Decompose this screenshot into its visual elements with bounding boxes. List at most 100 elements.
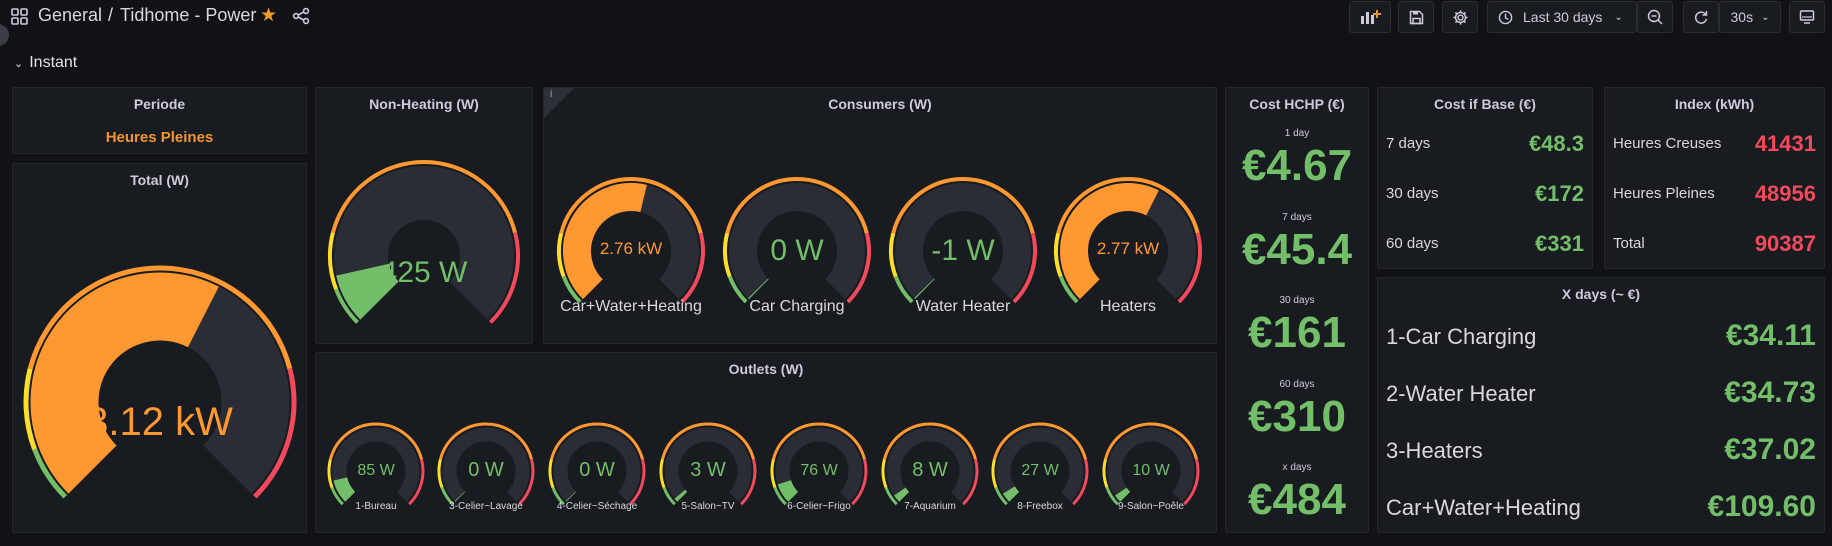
cost-hchp-period-label: 30 days — [1279, 295, 1315, 306]
total-gauge-arc — [23, 265, 297, 499]
panel-x-days: X days (~ €) 1-Car Charging €34.11 2-Water… — [1377, 277, 1825, 533]
non-heating-gauge-arc — [328, 160, 520, 324]
outlet-gauge-label: 1-Bureau — [355, 501, 397, 512]
consumer-gauge-label: Car Charging — [749, 298, 845, 315]
gauge-value-arc — [1115, 487, 1131, 502]
gauge-value-arc — [333, 477, 356, 502]
xdays-label: 2-Water Heater — [1386, 381, 1536, 406]
consumer-gauge-value: 2.76 kW — [599, 239, 663, 258]
cost-base-value: €172 — [1535, 180, 1584, 206]
outlet-gauge-label: 8-Freebox — [1017, 501, 1063, 512]
xdays-value: €109.60 — [1707, 490, 1816, 524]
panel-cost-if-base: Cost if Base (€) 7 days €48.3 30 days €172 6… — [1377, 87, 1593, 269]
index-label: Heures Creuses — [1613, 135, 1722, 152]
gauge-value-arc — [748, 278, 769, 300]
refresh-icon — [1694, 11, 1708, 24]
cost-hchp-period-label: 7 days — [1282, 211, 1312, 223]
cost-hchp-value: €310 — [1248, 391, 1346, 441]
cost-base-value: €48.3 — [1528, 130, 1584, 156]
zoom-out-button[interactable] — [1637, 1, 1673, 33]
cost-hchp-period-label: x days — [1282, 462, 1312, 473]
panel-consumers: i Consumers (W) 2.76 kW Car+Water+Heating… — [543, 87, 1217, 344]
consumer-gauge-label: Car+Water+Heating — [560, 298, 702, 315]
panel-title: Periode — [133, 96, 186, 112]
cost-base-period-label: 30 days — [1386, 185, 1439, 202]
add-panel-icon — [1361, 10, 1381, 24]
outlet-gauge-value: 0 W — [468, 459, 504, 481]
gauge-value-arc — [777, 479, 799, 502]
cost-base-value: €331 — [1535, 230, 1584, 256]
consumer-gauge-label: Water Heater — [915, 298, 1011, 315]
index-value: 90387 — [1754, 230, 1816, 256]
xdays-label: Car+Water+Heating — [1386, 495, 1581, 520]
tv-mode-button[interactable] — [1789, 1, 1825, 33]
consumer-gauge-value: 2.77 kW — [1096, 239, 1160, 258]
outlet-gauge-value: 3 W — [690, 459, 726, 481]
dashboards-grid-icon[interactable] — [11, 8, 28, 25]
gauge-value-arc — [30, 272, 219, 494]
outlet-gauge-label: 3-Celier~Lavage — [449, 501, 523, 512]
xdays-value: €34.11 — [1725, 319, 1816, 353]
outlet-gauge-label: 9-Salon~Poêle — [1118, 501, 1184, 512]
gauge-value-arc — [1002, 486, 1020, 502]
zoom-out-icon — [1647, 9, 1663, 25]
save-icon — [1409, 10, 1423, 24]
index-value: 41431 — [1754, 130, 1816, 156]
cost-hchp-value: €161 — [1248, 308, 1346, 357]
non-heating-gauge — [328, 160, 520, 324]
share-icon[interactable] — [292, 7, 310, 25]
outlet-gauge-value: 85 W — [357, 462, 395, 479]
outlet-gauge-label: 7-Aquarium — [904, 501, 956, 512]
xdays-label: 3-Heaters — [1386, 438, 1483, 463]
panel-outlets: Outlets (W) 85 W 1-Bureau 0 W 3-Celier~Lava… — [315, 352, 1217, 533]
panel-title: Cost if Base (€) — [1434, 96, 1536, 112]
panel-title: Index (kWh) — [1674, 96, 1755, 112]
dashboard-title[interactable]: Tidhome - Power — [120, 5, 256, 26]
refresh-interval-picker[interactable]: 30s ⌄ — [1719, 1, 1781, 33]
xdays-label: 1-Car Charging — [1386, 324, 1537, 349]
non-heating-value: 425 W — [380, 256, 468, 289]
breadcrumb-separator: / — [108, 5, 114, 25]
time-range-picker[interactable]: Last 30 days ⌄ — [1487, 1, 1637, 33]
cost-hchp-period-label: 60 days — [1279, 378, 1315, 390]
panel-title: X days (~ €) — [1561, 286, 1641, 302]
outlet-gauge-label: 6-Celier~Frigo — [787, 501, 851, 512]
panel-title: Cost HCHP (€) — [1249, 96, 1345, 112]
consumer-gauge-value: 0 W — [770, 234, 824, 267]
outlet-gauge-value: 0 W — [579, 459, 615, 481]
panel-cost-hchp: Cost HCHP (€) 1 day €4.67 7 days €45.4 30 da… — [1225, 87, 1369, 533]
outlet-gauge-value: 76 W — [800, 462, 838, 479]
sidebar-toggle[interactable] — [0, 24, 9, 46]
chevron-down-icon: ⌄ — [14, 57, 24, 70]
dashboard-settings-button[interactable] — [1442, 1, 1478, 33]
top-navbar: General / Tidhome - Power ★ Last 30 days… — [0, 0, 1832, 46]
gauge-value-arc — [894, 487, 910, 502]
chevron-down-icon: ⌄ — [1614, 11, 1623, 23]
refresh-interval-label: 30s — [1730, 9, 1754, 25]
cost-base-period-label: 7 days — [1386, 135, 1431, 152]
total-value: 3.12 kW — [86, 400, 233, 444]
row-header-instant[interactable]: ⌄ Instant — [14, 54, 77, 72]
clock-icon — [1498, 10, 1513, 24]
add-panel-button[interactable] — [1349, 1, 1391, 33]
outlet-gauge-value: 8 W — [912, 459, 948, 481]
monitor-icon — [1799, 10, 1815, 24]
consumer-gauge-value: -1 W — [931, 234, 995, 267]
save-dashboard-button[interactable] — [1398, 1, 1434, 33]
consumer-gauge-label: Heaters — [1099, 298, 1157, 315]
gear-icon — [1452, 9, 1468, 25]
total-gauge — [23, 265, 297, 499]
outlet-gauge-value: 10 W — [1132, 462, 1170, 479]
breadcrumb-folder[interactable]: General — [38, 5, 102, 26]
refresh-button[interactable] — [1683, 1, 1719, 33]
index-value: 48956 — [1754, 180, 1816, 206]
cost-base-period-label: 60 days — [1386, 235, 1439, 252]
outlet-gauge-label: 4-Celier~Séchage — [556, 501, 638, 512]
star-icon[interactable]: ★ — [260, 6, 277, 25]
cost-hchp-value: €45.4 — [1241, 224, 1353, 274]
cost-hchp-period-label: 1 day — [1284, 128, 1310, 139]
gauge-value-arc — [674, 489, 688, 502]
periode-value: Heures Pleines — [105, 129, 214, 146]
panel-index: Index (kWh) Heures Creuses 41431 Heures Pl… — [1604, 87, 1825, 269]
outlet-gauge-value: 27 W — [1021, 462, 1059, 479]
